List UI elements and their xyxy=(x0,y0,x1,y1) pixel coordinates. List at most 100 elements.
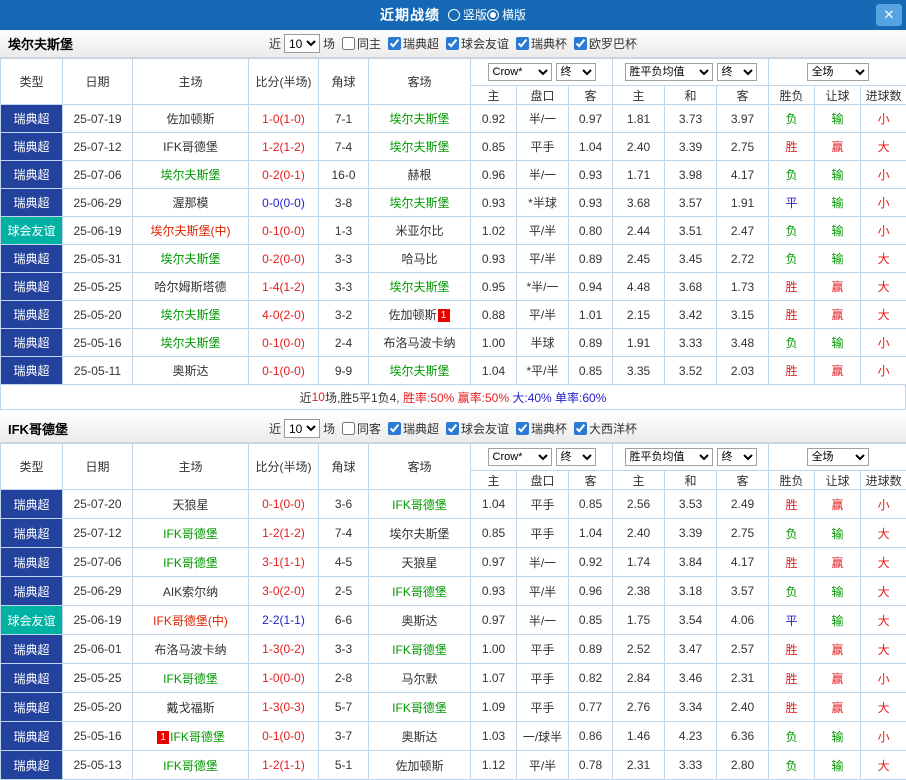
cell-asia-away-odds: 0.89 xyxy=(569,635,613,664)
match-row: 瑞典超25-05-20埃尔夫斯堡4-0(2-0)3-2佐加顿斯10.88平/半1… xyxy=(1,301,906,329)
league-filter-3[interactable]: 欧罗巴杯 xyxy=(574,35,637,52)
asia-final-select[interactable]: 终 xyxy=(556,63,596,81)
asia-company-select[interactable]: Crow* xyxy=(488,63,552,81)
cell-europe-home-odds: 2.40 xyxy=(613,133,665,161)
league-filter-0-checkbox[interactable] xyxy=(388,422,401,435)
team-text: 布洛马波卡纳 xyxy=(154,643,226,657)
league-filter-0[interactable]: 瑞典超 xyxy=(388,420,439,437)
cell-league-type: 瑞典超 xyxy=(1,519,63,548)
cell-goals-result: 大 xyxy=(861,133,906,161)
cell-home-team: AIK索尔纳 xyxy=(133,577,249,606)
result-sub-header-0: 胜负 xyxy=(769,86,815,105)
col-header-away: 客场 xyxy=(369,59,471,105)
match-count-select[interactable]: 10 xyxy=(284,34,320,53)
same-venue-filter[interactable]: 同客 xyxy=(342,420,381,437)
cell-handicap-result: 赢 xyxy=(815,490,861,519)
cell-europe-home-odds: 2.38 xyxy=(613,577,665,606)
cell-league-type: 瑞典超 xyxy=(1,635,63,664)
cell-asia-handicap: *平/半 xyxy=(517,357,569,385)
col-header-date: 日期 xyxy=(63,444,133,490)
same-venue-filter-checkbox[interactable] xyxy=(342,422,355,435)
league-filter-1[interactable]: 球会友谊 xyxy=(446,35,509,52)
cell-home-team: 奥斯达 xyxy=(133,357,249,385)
league-filter-2-checkbox[interactable] xyxy=(516,422,529,435)
same-venue-filter-checkbox[interactable] xyxy=(342,37,355,50)
cell-asia-handicap: 平手 xyxy=(517,693,569,722)
cell-europe-away-odds: 3.48 xyxy=(717,329,769,357)
cell-europe-draw-odds: 3.46 xyxy=(665,664,717,693)
league-filter-2[interactable]: 瑞典杯 xyxy=(516,35,567,52)
cell-corners: 5-7 xyxy=(319,693,369,722)
cell-handicap-result: 输 xyxy=(815,577,861,606)
same-venue-filter[interactable]: 同主 xyxy=(342,35,381,52)
match-row: 球会友谊25-06-19IFK哥德堡(中)2-2(1-1)6-6奥斯达0.97半… xyxy=(1,606,906,635)
cell-asia-away-odds: 0.86 xyxy=(569,722,613,751)
cell-date: 25-05-11 xyxy=(63,357,133,385)
cell-goals-result: 大 xyxy=(861,635,906,664)
close-button[interactable]: ✕ xyxy=(876,4,902,26)
cell-asia-away-odds: 0.94 xyxy=(569,273,613,301)
league-filter-0-checkbox[interactable] xyxy=(388,37,401,50)
near-label: 近 xyxy=(269,420,281,437)
cell-corners: 3-3 xyxy=(319,635,369,664)
cell-date: 25-05-25 xyxy=(63,273,133,301)
cell-europe-home-odds: 1.75 xyxy=(613,606,665,635)
asia-final-select[interactable]: 终 xyxy=(556,448,596,466)
europe-avg-select[interactable]: 胜平负均值 xyxy=(625,63,713,81)
cell-result: 平 xyxy=(769,606,815,635)
match-row: 瑞典超25-07-20天狼星0-1(0-0)3-6IFK哥德堡1.04平手0.8… xyxy=(1,490,906,519)
layout-radio-0[interactable]: 竖版 xyxy=(448,6,487,23)
team-text: 埃尔夫斯堡 xyxy=(160,252,220,266)
league-filter-1-label: 球会友谊 xyxy=(461,420,509,437)
league-filter-3-checkbox[interactable] xyxy=(574,37,587,50)
scope-select[interactable]: 全场 xyxy=(807,63,869,81)
cell-result: 负 xyxy=(769,161,815,189)
team-text: IFK哥德堡 xyxy=(163,759,218,773)
cell-date: 25-07-06 xyxy=(63,161,133,189)
league-filter-3-checkbox[interactable] xyxy=(574,422,587,435)
europe-final-select[interactable]: 终 xyxy=(717,63,757,81)
cell-away-team: 埃尔夫斯堡 xyxy=(369,273,471,301)
cell-asia-away-odds: 0.85 xyxy=(569,606,613,635)
cell-goals-result: 大 xyxy=(861,606,906,635)
section-filterbar: 埃尔夫斯堡近10场同主瑞典超球会友谊瑞典杯欧罗巴杯 xyxy=(0,30,906,58)
cell-home-team: 埃尔夫斯堡 xyxy=(133,161,249,189)
scope-select[interactable]: 全场 xyxy=(807,448,869,466)
cell-asia-away-odds: 0.80 xyxy=(569,217,613,245)
cell-score: 2-2(1-1) xyxy=(249,606,319,635)
team-text: 马尔默 xyxy=(401,672,437,686)
asia-company-select[interactable]: Crow* xyxy=(488,448,552,466)
match-count-select[interactable]: 10 xyxy=(284,419,320,438)
same-venue-filter-label: 同主 xyxy=(357,35,381,52)
cell-asia-handicap: 半/一 xyxy=(517,105,569,133)
league-filter-2[interactable]: 瑞典杯 xyxy=(516,420,567,437)
cell-score: 0-2(0-1) xyxy=(249,161,319,189)
match-row: 瑞典超25-05-11奥斯达0-1(0-0)9-9埃尔夫斯堡1.04*平/半0.… xyxy=(1,357,906,385)
cell-europe-draw-odds: 3.47 xyxy=(665,635,717,664)
league-filter-1-checkbox[interactable] xyxy=(446,422,459,435)
cell-corners: 6-6 xyxy=(319,606,369,635)
league-filter-1-checkbox[interactable] xyxy=(446,37,459,50)
league-filter-2-checkbox[interactable] xyxy=(516,37,529,50)
league-filter-1[interactable]: 球会友谊 xyxy=(446,420,509,437)
europe-final-select[interactable]: 终 xyxy=(717,448,757,466)
match-row: 瑞典超25-07-12IFK哥德堡1-2(1-2)7-4埃尔夫斯堡0.85平手1… xyxy=(1,519,906,548)
cell-league-type: 瑞典超 xyxy=(1,693,63,722)
cell-asia-away-odds: 0.92 xyxy=(569,548,613,577)
team-text: 奥斯达 xyxy=(401,730,437,744)
layout-radio-1[interactable]: 横版 xyxy=(487,6,526,23)
header-row-groups: 类型日期主场比分(半场)角球客场Crow*终胜平负均值终全场 xyxy=(1,59,906,86)
cell-date: 25-07-19 xyxy=(63,105,133,133)
summary-part: 10 xyxy=(312,390,325,404)
league-filter-3[interactable]: 大西洋杯 xyxy=(574,420,637,437)
europe-avg-select[interactable]: 胜平负均值 xyxy=(625,448,713,466)
asia-sub-header-0: 主 xyxy=(471,86,517,105)
red-card-badge: 1 xyxy=(438,309,450,322)
cell-home-team: 埃尔夫斯堡 xyxy=(133,301,249,329)
cell-home-team: IFK哥德堡(中) xyxy=(133,606,249,635)
team-text: IFK哥德堡 xyxy=(392,498,447,512)
team-text: 奥斯达 xyxy=(172,364,208,378)
cell-asia-away-odds: 0.89 xyxy=(569,329,613,357)
league-filter-0[interactable]: 瑞典超 xyxy=(388,35,439,52)
cell-handicap-result: 输 xyxy=(815,161,861,189)
